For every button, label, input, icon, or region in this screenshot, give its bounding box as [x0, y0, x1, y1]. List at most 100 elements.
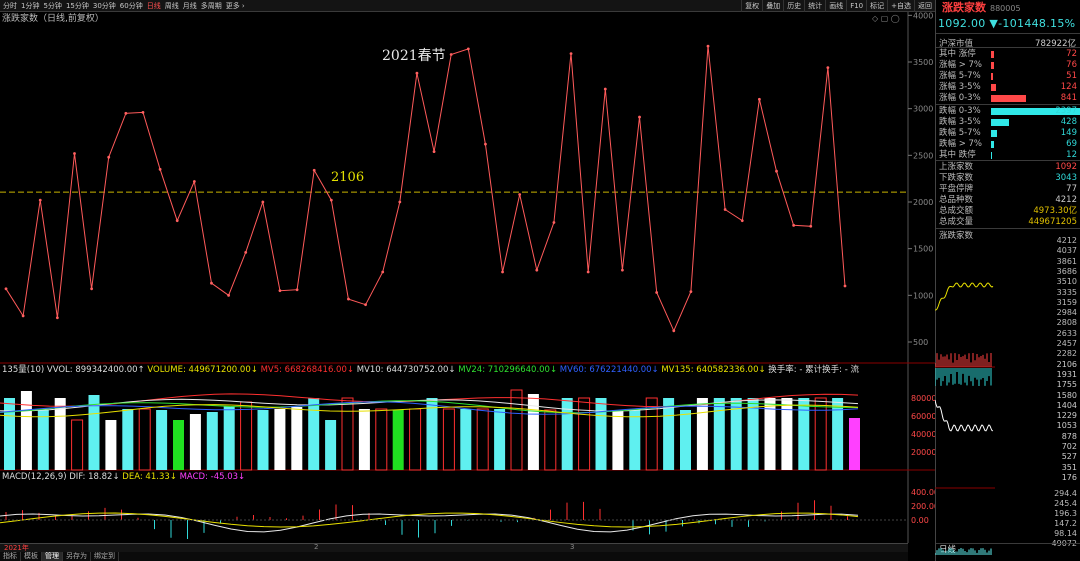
holiday-annotation: 2021春节: [382, 48, 446, 64]
volume-label: VOLUME: 449671200.00↓: [147, 365, 258, 375]
main-point: [689, 290, 693, 293]
down-row: 跌幅 0-3% 2397: [939, 106, 1080, 117]
main-point: [107, 155, 111, 159]
bottom-tab[interactable]: 另存为: [63, 552, 91, 561]
main-point: [192, 180, 196, 183]
stat-row: 下跌家数 3043: [939, 173, 1077, 184]
row-label: 跌幅 5-7%: [939, 128, 981, 138]
mini-axis-label: 2808: [1056, 318, 1077, 328]
bottom-tab[interactable]: 指标: [0, 552, 21, 561]
main-point: [329, 198, 333, 202]
stat-value: 1092: [1055, 162, 1077, 172]
row-label: 涨幅 3-5%: [939, 82, 981, 92]
volume-bar: [409, 408, 422, 471]
mini-axis-label: 1229: [1056, 411, 1077, 421]
price-line: 1092.00 ▼-101448.15%: [938, 17, 1075, 30]
mini-up-line: [935, 282, 994, 311]
dea-label: DEA: 41.33↓: [122, 472, 177, 482]
mini-axis-label: 1931: [1056, 369, 1077, 379]
dif-line: [0, 513, 859, 533]
main-point: [706, 44, 710, 48]
volume-bar: [476, 408, 489, 471]
volume-bar: [240, 401, 253, 471]
main-point: [638, 115, 641, 119]
mini-axis-label: 351: [1061, 462, 1077, 472]
volume-bar: [308, 398, 320, 470]
mini-axis-label: 3861: [1056, 256, 1077, 266]
bottom-tab[interactable]: 模板: [21, 552, 42, 561]
x-label-mar: 3: [570, 543, 575, 551]
row-value: 149: [1060, 128, 1077, 138]
y-tick-label: 500: [913, 338, 928, 347]
volume-bar: [20, 391, 32, 470]
main-point: [501, 270, 504, 274]
up-row: 涨幅 3-5% 124: [939, 82, 1077, 93]
row-label: 涨幅 > 7%: [939, 60, 983, 70]
volume-bar: [460, 409, 472, 470]
down-row: 跌幅 3-5% 428: [939, 117, 1077, 128]
main-point: [586, 270, 590, 274]
panel-title: 涨跌家数 880005: [936, 0, 1080, 15]
volume-bar: [629, 410, 641, 470]
volume-bar: [257, 410, 269, 470]
mini-axis-label: 2984: [1056, 308, 1077, 318]
up-row: 涨幅 0-3% 841: [939, 93, 1077, 104]
volume-bar: [4, 398, 15, 470]
main-point: [73, 152, 76, 155]
y-tick-label: 2500: [913, 151, 933, 160]
main-point: [55, 316, 59, 320]
main-point: [621, 268, 624, 272]
y-tick-label: 1000: [913, 291, 933, 300]
mini-axis-label: 3686: [1056, 266, 1077, 276]
main-point: [415, 71, 419, 75]
main-point: [261, 200, 265, 204]
volume-bar: [105, 420, 117, 470]
stat-value: 449671205: [1028, 217, 1077, 227]
mini-axis2-label: 98.14: [1054, 529, 1077, 538]
stat-label: 上涨家数: [939, 162, 974, 172]
main-line-series: [5, 46, 846, 333]
row-bar: [991, 130, 997, 137]
mini-axis-label: 878: [1061, 431, 1077, 441]
row-bar: [991, 84, 996, 91]
volume-bar: [156, 410, 168, 470]
row-bar: [991, 95, 1026, 102]
row-value: 72: [1066, 49, 1077, 59]
main-point: [552, 221, 556, 224]
main-point: [466, 47, 470, 51]
mini-axis2-label: 245.4: [1054, 499, 1077, 508]
mini-axis-label: 3335: [1056, 287, 1077, 297]
y-tick-label: 3500: [913, 58, 933, 67]
row-label: 跌幅 > 7%: [939, 139, 983, 149]
main-point: [655, 291, 659, 294]
volume-bar: [223, 406, 235, 470]
volume-bar: [71, 419, 84, 471]
volume-bar: [358, 409, 370, 470]
vol-tick-label: 20000: [911, 448, 935, 457]
main-point: [826, 66, 830, 69]
x-label-feb: 2: [314, 543, 319, 551]
volume-bar: [814, 397, 827, 471]
mv135-label: MV135: 640582336.00↓: [661, 365, 766, 375]
mini-axis-label: 1053: [1056, 421, 1077, 431]
main-point: [124, 111, 128, 115]
main-point: [227, 293, 230, 297]
y-tick-label: 2000: [913, 198, 933, 207]
volume-bar: [713, 398, 725, 470]
main-point: [158, 167, 162, 171]
macd-value-label: MACD: -45.03↓: [179, 472, 246, 482]
main-point: [364, 303, 367, 307]
volume-bar: [375, 408, 388, 471]
main-point: [38, 198, 42, 202]
bottom-tab[interactable]: 管理: [42, 552, 63, 561]
index-code: 880005: [990, 4, 1021, 13]
row-label: 其中 跌停: [939, 150, 976, 160]
main-point: [244, 251, 248, 254]
main-point: [381, 270, 385, 274]
volume-bar: [138, 408, 151, 471]
mini-chart: [935, 282, 995, 555]
volume-bar: [578, 397, 591, 471]
volume-bar: [663, 398, 675, 470]
row-value: 76: [1066, 60, 1077, 70]
bottom-tab[interactable]: 绑定到: [91, 552, 119, 561]
